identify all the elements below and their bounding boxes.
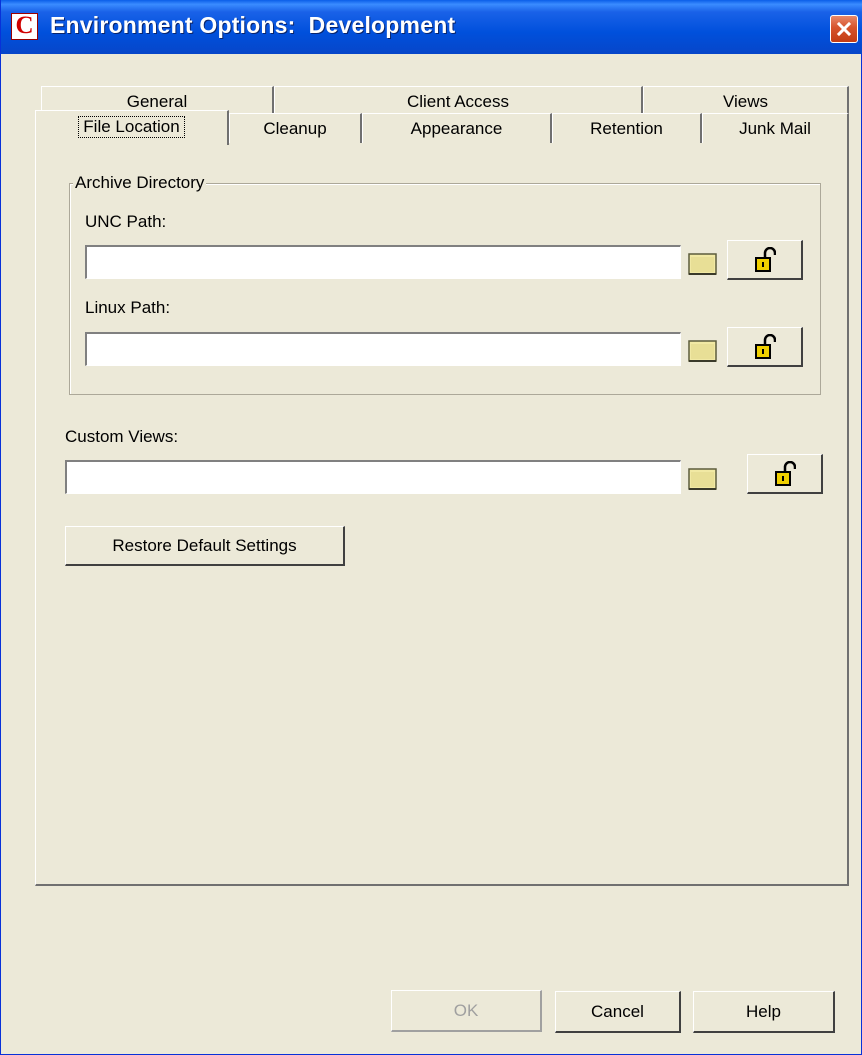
tab-label: Client Access (406, 92, 510, 111)
dialog-window: C Environment Options: Development Gener… (0, 0, 862, 1055)
unc-browse-button[interactable] (683, 246, 721, 280)
tab-label: Retention (590, 119, 663, 138)
folder-icon (688, 253, 717, 275)
linux-browse-button[interactable] (683, 333, 721, 367)
unlock-icon (754, 333, 776, 359)
unc-lock-button[interactable] (727, 240, 803, 280)
window-title: Environment Options: Development (50, 12, 456, 38)
tab-label: Junk Mail (739, 119, 811, 138)
close-button[interactable] (830, 15, 858, 43)
tab-appearance[interactable]: Appearance (362, 113, 552, 143)
tab-views[interactable]: Views (643, 86, 849, 116)
app-icon-letter: C (15, 12, 34, 39)
unc-path-label: UNC Path: (85, 212, 167, 231)
linux-path-label: Linux Path: (85, 298, 171, 317)
app-icon[interactable]: C (11, 12, 38, 40)
archive-directory-legend: Archive Directory (73, 173, 207, 193)
tab-label: Appearance (410, 119, 503, 138)
tab-label: General (126, 92, 188, 111)
tab-retention[interactable]: Retention (552, 113, 702, 143)
unlock-icon (774, 460, 796, 486)
tab-cleanup[interactable]: Cleanup (229, 113, 362, 143)
custom-views-browse-button[interactable] (683, 461, 721, 495)
unc-path-input[interactable] (85, 245, 681, 279)
tab-label: Cleanup (263, 119, 327, 138)
custom-views-lock-button[interactable] (747, 454, 823, 494)
tab-label: Views (722, 92, 769, 111)
folder-icon (688, 468, 717, 490)
folder-icon (688, 340, 717, 362)
close-icon (836, 21, 852, 37)
custom-views-label: Custom Views: (65, 427, 179, 446)
restore-default-settings-button[interactable]: Restore Default Settings (65, 526, 345, 566)
help-button[interactable]: Help (693, 991, 835, 1033)
cancel-button[interactable]: Cancel (555, 991, 681, 1033)
ok-button[interactable]: OK (391, 990, 542, 1032)
tab-file-location[interactable]: File Location (35, 110, 229, 145)
unlock-icon (754, 246, 776, 272)
custom-views-input[interactable] (65, 460, 681, 494)
tab-client-access[interactable]: Client Access (274, 86, 643, 116)
linux-path-input[interactable] (85, 332, 681, 366)
title-bar[interactable]: C Environment Options: Development (1, 0, 862, 54)
linux-lock-button[interactable] (727, 327, 803, 367)
tab-junk-mail[interactable]: Junk Mail (702, 113, 849, 143)
tab-label: File Location (78, 116, 185, 138)
